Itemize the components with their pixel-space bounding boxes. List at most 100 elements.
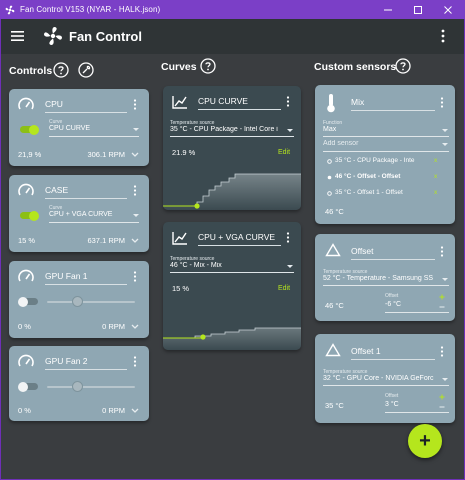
curve-name[interactable]: CPU CURVE — [198, 96, 248, 106]
sensor-name[interactable]: Offset 1 — [351, 346, 381, 356]
dropdown-caret-icon[interactable] — [133, 128, 139, 131]
sensor-card-offset: Offset Temperature source 52 °C - Temper… — [315, 234, 455, 321]
select-underline — [385, 312, 449, 313]
minus-small-icon[interactable] — [439, 404, 445, 410]
close-button[interactable] — [434, 0, 462, 19]
curve-name[interactable]: CPU + VGA CURVE — [198, 232, 275, 242]
control-percent: 15 % — [18, 236, 36, 245]
curve-card-cpu-vga-curve: CPU + VGA CURVE Temperature source 46 °C… — [163, 222, 301, 350]
temperature-source-select[interactable]: 35 °C - CPU Package - Intel Core i — [170, 126, 282, 133]
minimize-icon — [384, 9, 392, 10]
remove-sensor-button[interactable]: x — [434, 157, 437, 164]
custom-sensors-help-icon[interactable] — [395, 58, 411, 74]
curve-more-icon[interactable] — [286, 96, 290, 107]
control-percent: 0 % — [18, 322, 31, 331]
curve-select[interactable]: CPU + VGA CURVE — [49, 211, 129, 218]
maximize-button[interactable] — [404, 0, 432, 19]
controls-help-icon[interactable] — [53, 62, 69, 78]
control-percent: 21,9 % — [18, 150, 42, 159]
remove-sensor-button[interactable]: x — [434, 189, 437, 196]
temperature-source-select[interactable]: 32 °C - GPU Core - NVIDIA GeForc — [323, 375, 437, 382]
speed-slider[interactable] — [47, 386, 135, 388]
dropdown-caret-icon[interactable] — [442, 378, 448, 381]
offset-label: Offset — [385, 293, 399, 299]
add-fab-button[interactable]: + — [408, 424, 442, 458]
chevron-down-icon[interactable] — [131, 324, 139, 330]
edit-curve-link[interactable]: Edit — [278, 149, 290, 156]
control-card-gpu-fan-1: GPU Fan 1 0 % 0 RPM — [9, 261, 149, 338]
controls-heading: Controls — [9, 65, 53, 77]
control-more-icon[interactable] — [133, 185, 137, 196]
sensor-card-mix: Mix Function Max Add sensor 35 °C - CPU … — [315, 85, 455, 224]
app-fan-icon — [5, 5, 15, 14]
maximize-icon — [414, 5, 422, 14]
dropdown-caret-icon[interactable] — [287, 265, 293, 268]
curve-card-cpu-curve: CPU CURVE Temperature source 35 °C - CPU… — [163, 86, 301, 210]
hamburger-menu-icon[interactable] — [11, 29, 25, 43]
circle-bullet-icon — [327, 159, 332, 164]
control-more-icon[interactable] — [133, 271, 137, 282]
sensor-name[interactable]: Offset — [351, 246, 374, 256]
dropdown-caret-icon[interactable] — [442, 278, 448, 281]
chevron-down-icon[interactable] — [131, 238, 139, 244]
curve-select[interactable]: CPU CURVE — [49, 125, 129, 132]
speedometer-icon — [18, 354, 34, 367]
sensor-more-icon[interactable] — [440, 246, 444, 257]
dropdown-caret-icon[interactable] — [133, 214, 139, 217]
enable-toggle-thumb[interactable] — [29, 210, 39, 221]
remove-sensor-button[interactable]: x — [434, 173, 437, 180]
sensor-more-icon[interactable] — [440, 97, 444, 108]
control-name[interactable]: GPU Fan 1 — [45, 271, 88, 281]
select-underline — [323, 285, 449, 286]
plus-small-icon[interactable] — [439, 394, 445, 400]
offset-input[interactable]: -6 °C — [385, 301, 437, 308]
minus-small-icon[interactable] — [439, 304, 445, 310]
control-name[interactable]: GPU Fan 2 — [45, 356, 88, 366]
enable-toggle-thumb[interactable] — [18, 381, 28, 392]
window-titlebar: Fan Control V153 (NYAR - HALK.json) — [0, 0, 465, 19]
more-options-icon[interactable] — [439, 28, 447, 44]
chevron-down-icon[interactable] — [131, 152, 139, 158]
select-underline — [49, 222, 139, 223]
speedometer-icon — [18, 269, 34, 282]
speed-slider-thumb[interactable] — [72, 380, 83, 392]
minimize-button[interactable] — [374, 0, 402, 19]
speed-slider[interactable] — [47, 301, 135, 303]
curves-heading: Curves — [161, 61, 197, 73]
plus-icon: + — [419, 430, 431, 452]
function-select[interactable]: Max — [323, 126, 433, 133]
temperature-source-select[interactable]: 52 °C - Temperature - Samsung SS — [323, 275, 437, 282]
add-sensor-select[interactable]: Add sensor — [323, 140, 433, 147]
curves-help-icon[interactable] — [200, 58, 216, 74]
triangle-delta-icon — [325, 243, 341, 257]
sensor-name[interactable]: Mix — [351, 97, 364, 107]
select-underline — [323, 385, 449, 386]
dropdown-caret-icon[interactable] — [287, 129, 293, 132]
controls-tools-icon[interactable] — [78, 62, 94, 78]
control-name[interactable]: CASE — [45, 185, 68, 195]
name-underline — [198, 109, 281, 110]
name-underline — [45, 112, 127, 113]
control-more-icon[interactable] — [133, 99, 137, 110]
control-rpm: 637.1 RPM — [87, 236, 125, 245]
dropdown-caret-icon[interactable] — [442, 129, 448, 132]
temperature-source-select[interactable]: 46 °C - Mix - Mix — [170, 262, 282, 269]
fan-logo-icon — [44, 27, 62, 45]
control-name[interactable]: CPU — [45, 99, 63, 109]
offset-label: Offset — [385, 393, 399, 399]
sensor-value: 46 °C — [325, 301, 344, 310]
select-underline — [385, 412, 449, 413]
offset-input[interactable]: 3 °C — [385, 401, 437, 408]
enable-toggle-thumb[interactable] — [29, 124, 39, 135]
dropdown-caret-icon[interactable] — [442, 143, 448, 146]
chart-line-icon — [172, 232, 187, 245]
plus-small-icon[interactable] — [439, 294, 445, 300]
chevron-down-icon[interactable] — [131, 408, 139, 414]
speed-slider-thumb[interactable] — [72, 295, 83, 307]
enable-toggle-thumb[interactable] — [18, 296, 28, 307]
sensor-more-icon[interactable] — [440, 346, 444, 357]
edit-curve-link[interactable]: Edit — [278, 285, 290, 292]
curve-more-icon[interactable] — [286, 232, 290, 243]
control-more-icon[interactable] — [133, 356, 137, 367]
control-card-case: CASE Curve CPU + VGA CURVE 15 % 637.1 RP… — [9, 175, 149, 252]
